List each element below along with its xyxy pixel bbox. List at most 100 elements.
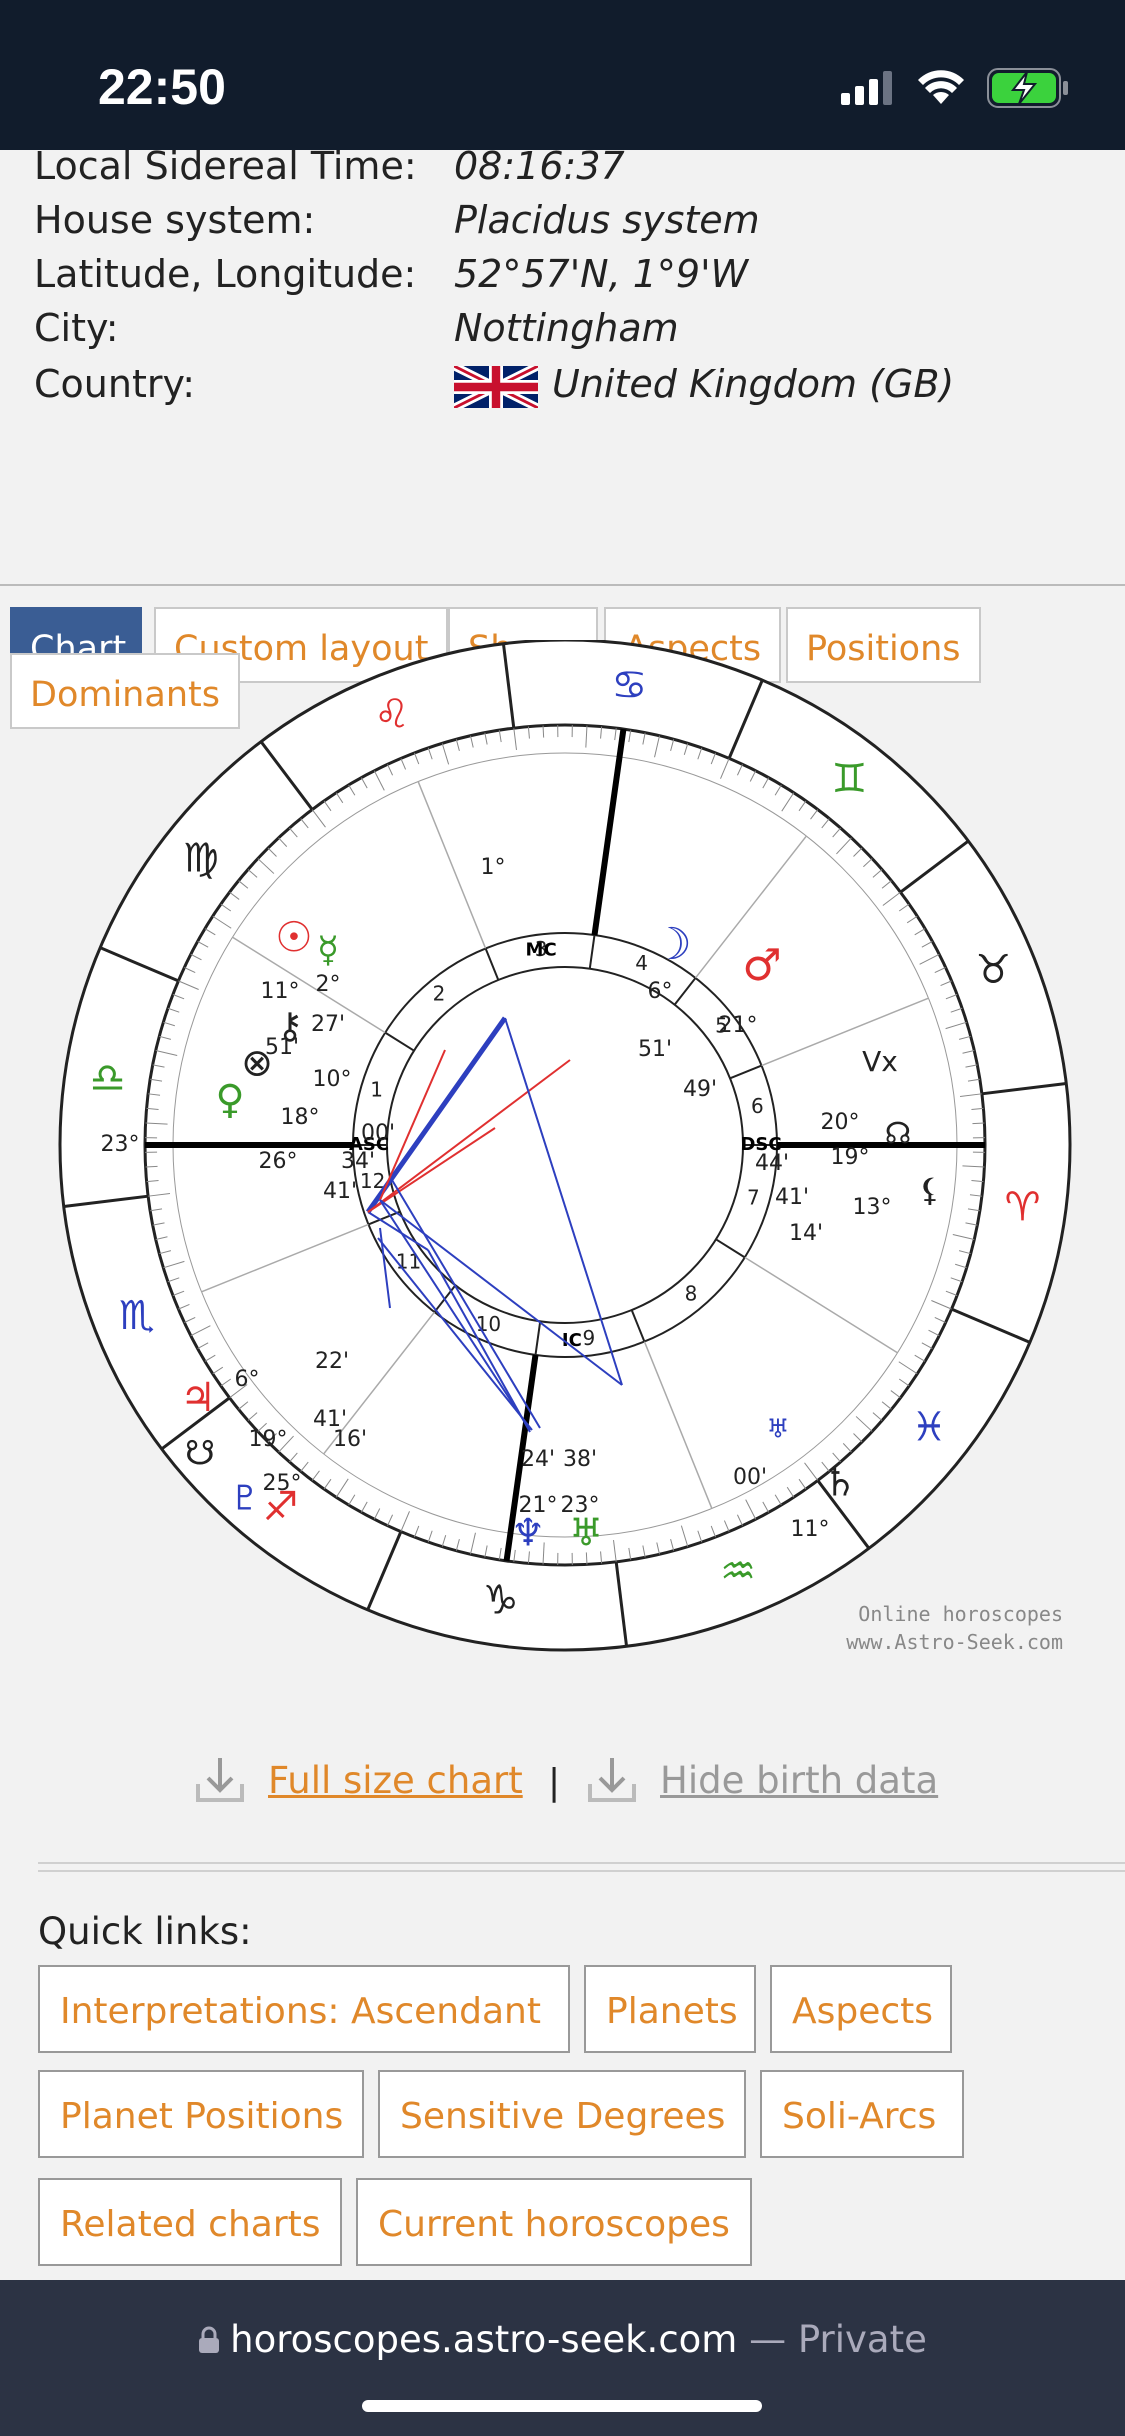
natal-chart-svg: ♈♉♊♋♌♍♎♏♐♑♒♓123456789101112ASC DSCMCIC☉ ☿ ☽… (58, 638, 1072, 1652)
degree-label: 11° (261, 979, 300, 1004)
degree-label: 41' (323, 1179, 357, 1204)
info-value: 08:16:37 (454, 150, 625, 188)
quick-link-planet-positions[interactable]: Planet Positions (38, 2070, 364, 2158)
planet-icon: ♅ (766, 1415, 789, 1445)
degree-label: 41' (775, 1185, 809, 1210)
mercury-icon: ☿ (317, 930, 339, 971)
lock-icon (199, 2326, 220, 2353)
chart-credit-line2: www.Astro-Seek.com (846, 1630, 1063, 1654)
quick-link-planets[interactable]: Planets (584, 1965, 756, 2053)
quick-link-sensitive-degrees[interactable]: Sensitive Degrees (378, 2070, 746, 2158)
quick-link-interpretations-ascendant[interactable]: Interpretations: Ascendant (38, 1965, 570, 2053)
zodiac-sign-icon: ♒ (720, 1548, 756, 1594)
chart-credit: Online horoscopes www.Astro-Seek.com (846, 1600, 1063, 1656)
natal-chart[interactable]: ♈ ♉ ♊ ♋ ♌ ♍ ♎ ♏ ♐ ♑ ♒ ♓ 1 2 3 4 5 6 7 8 9 10 11 12 ASC DSC MC IC ☉ ☿ ☽… (50, 638, 1080, 1660)
degree-label: 1° (481, 855, 506, 880)
signal-icon (841, 71, 892, 105)
link-separator: | (548, 1762, 561, 1803)
moon-icon: ☽ (652, 919, 691, 970)
degree-label: 38' (563, 1447, 597, 1472)
house-number: 8 (685, 1282, 698, 1306)
quick-link-related-charts[interactable]: Related charts (38, 2178, 342, 2266)
degree-label: 51' (638, 1037, 672, 1062)
degree-label: 51' (265, 1035, 299, 1060)
hide-birth-data-link[interactable]: Hide birth data (582, 1750, 938, 1810)
degree-label: 23° (561, 1493, 600, 1518)
zodiac-sign-icon: ♌ (374, 692, 410, 738)
degree-label: 00' (733, 1465, 767, 1490)
info-value: 52°57'N, 1°9'W (454, 252, 749, 296)
info-label: Latitude, Longitude: (34, 252, 417, 296)
degree-label: 22' (315, 1349, 349, 1374)
vertex-label: Vx (862, 1045, 898, 1078)
zodiac-sign-icon: ♍ (183, 836, 219, 882)
degree-label: 14' (789, 1221, 823, 1246)
info-row-city: City: Nottingham (34, 306, 1114, 360)
download-row: Full size chart | Hide birth data (0, 1750, 1125, 1830)
degree-label: 10° (313, 1067, 352, 1092)
degree-label: 19° (831, 1145, 870, 1170)
south-node-icon: ☋ (185, 1434, 215, 1474)
hide-birth-data-text[interactable]: Hide birth data (660, 1759, 938, 1802)
degree-label: 49' (683, 1077, 717, 1102)
degree-label: 44' (755, 1151, 789, 1176)
degree-label: 16' (333, 1427, 367, 1452)
degree-label: 6° (235, 1367, 260, 1392)
zodiac-sign-icon: ♈ (1005, 1184, 1041, 1230)
full-size-chart-link[interactable]: Full size chart (190, 1750, 523, 1810)
full-size-chart-text[interactable]: Full size chart (268, 1759, 523, 1802)
battery-charging-icon (987, 68, 1068, 108)
info-value: Nottingham (454, 306, 679, 350)
home-indicator[interactable] (362, 2400, 762, 2412)
chart-credit-line1: Online horoscopes (858, 1602, 1063, 1626)
degree-label: 13° (853, 1195, 892, 1220)
node-icon: ☊ (885, 1117, 912, 1152)
degree-label: 26° (259, 1149, 298, 1174)
degree-label: 6° (648, 979, 673, 1004)
info-row-sidereal-time: Local Sidereal Time: 08:16:37 (34, 150, 1114, 198)
info-value: Placidus system (454, 198, 760, 242)
degree-label: 21° (719, 1013, 758, 1038)
quick-link-current-horoscopes[interactable]: Current horoscopes (356, 2178, 752, 2266)
zodiac-sign-icon: ♏ (119, 1293, 155, 1339)
info-label: City: (34, 306, 119, 350)
degree-label: 11° (791, 1517, 830, 1542)
pluto-icon: ♇ (230, 1479, 260, 1519)
zodiac-sign-icon: ♉ (975, 947, 1011, 993)
degree-label: 19° (249, 1427, 288, 1452)
degree-label: 27' (311, 1012, 345, 1037)
info-value: United Kingdom (GB) (454, 362, 954, 408)
angle-label-mc: MC (526, 939, 557, 960)
page-content: Local Sidereal Time: 08:16:37 House syst… (0, 150, 1125, 2280)
venus-icon: ♀ (215, 1077, 244, 1123)
degree-label: 2° (316, 972, 341, 997)
url-display[interactable]: horoscopes.astro-seek.com — Private (0, 2318, 1125, 2361)
divider (38, 1862, 1125, 1864)
degree-tick (145, 1165, 158, 1168)
tabs-divider (0, 584, 1125, 586)
info-row-house-system: House system: Placidus system (34, 198, 1114, 252)
degree-label: 21° (519, 1493, 558, 1518)
download-icon (588, 1758, 636, 1802)
browser-address-bar[interactable]: horoscopes.astro-seek.com — Private (0, 2280, 1125, 2436)
country-name: United Kingdom (GB) (552, 362, 955, 406)
quick-link-soli-arcs[interactable]: Soli-Arcs (760, 2070, 964, 2158)
info-row-country: Country: United Kingdom (GB) (34, 362, 1114, 416)
house-number: 2 (433, 981, 446, 1005)
degree-label: 00' (361, 1121, 395, 1146)
degree-label: 18° (281, 1105, 320, 1130)
house-number: 1 (370, 1077, 383, 1101)
house-number: 7 (747, 1186, 760, 1210)
degree-label: 25° (263, 1471, 302, 1496)
quick-links-title: Quick links: (38, 1910, 252, 1953)
divider (38, 1870, 1125, 1872)
zodiac-sign-icon: ♓ (911, 1404, 947, 1450)
status-icons (841, 68, 1071, 108)
private-label: — Private (737, 2318, 927, 2361)
degree-label: 24' (521, 1447, 555, 1472)
info-row-lat-long: Latitude, Longitude: 52°57'N, 1°9'W (34, 252, 1114, 306)
quick-link-aspects[interactable]: Aspects (770, 1965, 952, 2053)
degree-label: 23° (101, 1132, 140, 1157)
info-label: Country: (34, 362, 195, 406)
uk-flag-icon (454, 365, 538, 408)
